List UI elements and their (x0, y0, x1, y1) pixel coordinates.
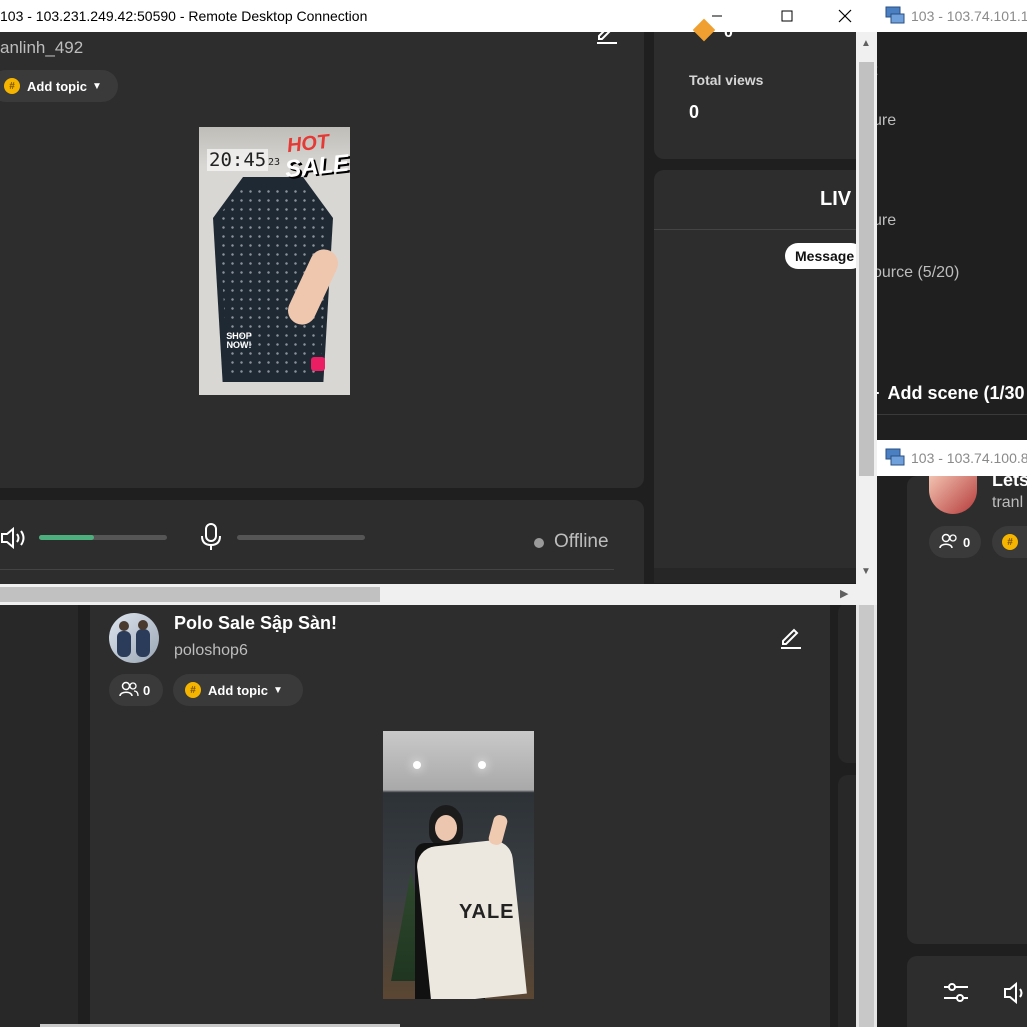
stream-title: Polo Sale Sập Sàn! (174, 613, 338, 633)
background-window-2: 103 - 103.74.101.1 t ure ure ource (5/20… (869, 0, 1027, 440)
stream-card: anlinh_492 # Add topic ▼ 20:45 23 HOT SA… (0, 25, 644, 488)
total-views-label: Total views (689, 72, 764, 88)
status-dot (534, 538, 544, 548)
left-panel (0, 603, 78, 1027)
live-chat-panel: LIV Message (654, 170, 865, 583)
rdp-window-title: 103 - 103.231.249.42:50590 - Remote Desk… (0, 8, 368, 24)
top-stat-value: 0 (724, 24, 733, 41)
mic-volume-track[interactable] (237, 535, 365, 540)
live-title: LIV (820, 188, 852, 210)
rdp-titlebar[interactable]: 103 - 103.231.249.42:50590 - Remote Desk… (0, 0, 877, 32)
window-edge-scrollbar[interactable] (856, 605, 877, 1027)
avatar[interactable] (109, 613, 159, 663)
chevron-down-icon: ▼ (272, 684, 283, 696)
vertical-scrollbar[interactable]: ▲ ▼ (856, 32, 877, 584)
stream-username-top: anlinh_492 (0, 38, 84, 57)
topic-coin-icon-2: # (1002, 534, 1018, 550)
add-scene-button[interactable]: +Add scene (1/30 (869, 383, 1025, 404)
card-title: Lets (992, 470, 1027, 490)
users-icon (119, 681, 139, 700)
speaker-icon[interactable] (0, 526, 28, 555)
scroll-down-icon[interactable]: ▼ (861, 566, 871, 577)
rdp-window: 103 - 103.231.249.42:50590 - Remote Desk… (0, 0, 877, 605)
speaker-volume-track[interactable] (39, 535, 167, 540)
background-window-3: 103 - 103.74.100.8 Lets tranl 0 # (877, 440, 1027, 1027)
rdp-computer-icon-2 (885, 448, 905, 469)
maximize-button[interactable] (764, 0, 810, 32)
stats-panel: 0 Total views 0 (654, 18, 856, 159)
viewers-chip-2: 0 (929, 526, 981, 558)
scroll-up-icon[interactable]: ▲ (861, 38, 871, 49)
add-scene-label: Add scene (1/30 (887, 383, 1025, 403)
add-topic-button-top[interactable]: # Add topic ▼ (0, 70, 118, 102)
sale-label: SALE (283, 149, 350, 184)
audio-status-panel: Offline (0, 500, 644, 590)
edit-icon-top[interactable] (594, 25, 620, 51)
users-icon-2 (939, 533, 959, 552)
bag-icon (311, 357, 325, 371)
avatar-2[interactable] (929, 476, 977, 514)
close-button[interactable] (822, 0, 868, 32)
divider (0, 569, 614, 570)
stream-thumbnail[interactable]: YALE (383, 731, 534, 999)
sliders-icon[interactable] (943, 982, 969, 1009)
chat-footer (654, 568, 856, 583)
total-views-value: 0 (689, 102, 700, 122)
add-topic-label: Add topic (208, 682, 268, 698)
add-topic-button[interactable]: # Add topic ▼ (173, 674, 303, 706)
topic-coin-icon: # (185, 682, 201, 698)
shop-now-label: SHOP NOW! (226, 331, 252, 350)
window-3-title: 103 - 103.74.100.8 (911, 450, 1027, 466)
window-3-card: Lets tranl 0 # (907, 470, 1027, 944)
viewers-chip: 0 (109, 674, 163, 706)
message-button[interactable]: Message (785, 243, 865, 269)
divider (654, 229, 856, 230)
speaker-volume-fill (39, 535, 95, 540)
viewers-count-2: 0 (963, 534, 971, 550)
horizontal-scrollbar-thumb[interactable] (0, 587, 380, 602)
add-topic-button-2[interactable]: # (992, 526, 1027, 558)
card-username: tranl (992, 494, 1024, 511)
chevron-down-icon-top: ▼ (91, 80, 102, 92)
scroll-right-icon[interactable]: ▶ (840, 587, 848, 600)
speaker-icon-2[interactable] (1003, 981, 1027, 1010)
audio-controls-panel-2 (907, 956, 1027, 1027)
rdp-computer-icon (885, 6, 905, 27)
add-topic-label-top: Add topic (27, 78, 87, 94)
stream-username: poloshop6 (174, 642, 248, 659)
viewers-count: 0 (143, 682, 151, 698)
thumb-time: 20:45 (207, 149, 269, 171)
window-2-titlebar[interactable]: 103 - 103.74.101.1 (877, 0, 1027, 32)
horizontal-scrollbar[interactable]: ▶ (0, 584, 877, 605)
thumbnail-text: YALE (459, 901, 515, 923)
topic-coin-icon-top: # (4, 78, 20, 94)
status-label: Offline (554, 531, 609, 552)
scrollbar-thumb[interactable] (859, 62, 874, 476)
menu-item-source[interactable]: ource (5/20) (873, 264, 959, 282)
window-2-title: 103 - 103.74.101.1 (911, 8, 1027, 24)
divider (877, 414, 1027, 415)
edit-icon[interactable] (778, 623, 804, 649)
bottom-stream-card: Polo Sale Sập Sàn! poloshop6 0 # Add top… (90, 603, 830, 1027)
thumb-seconds: 23 (268, 157, 281, 168)
microphone-icon[interactable] (200, 523, 222, 556)
stream-thumbnail-top[interactable]: 20:45 23 HOT SALE SHOP NOW! (199, 127, 350, 395)
message-button-label: Message (795, 248, 855, 264)
